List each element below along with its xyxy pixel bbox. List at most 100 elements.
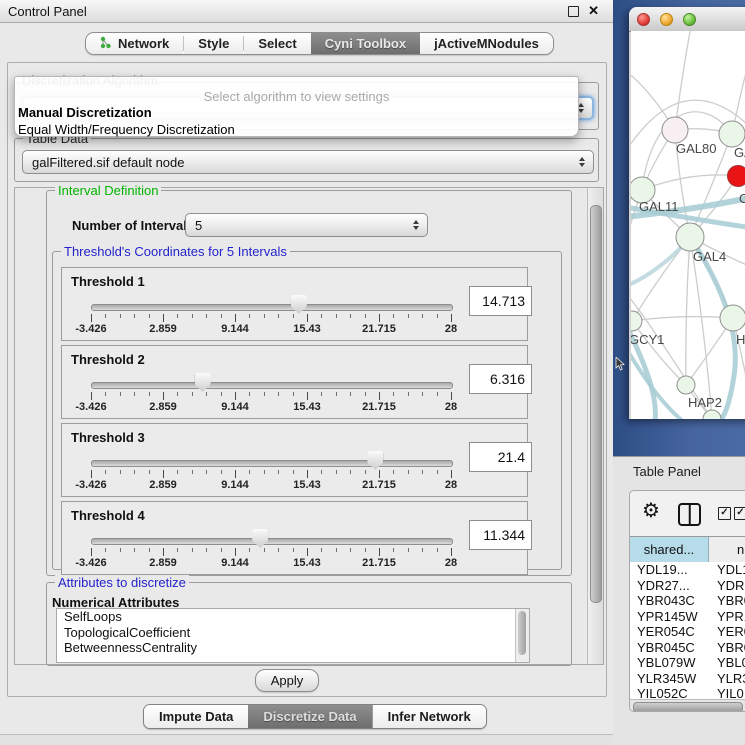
tick-label: 9.144	[221, 401, 249, 413]
tick-label: -3.426	[75, 557, 106, 569]
table-row[interactable]: YER054CYER0	[630, 624, 745, 640]
scrollbar-thumb[interactable]	[633, 702, 743, 712]
tick-label: 15.43	[293, 401, 321, 413]
tab-network[interactable]: Network	[86, 33, 183, 54]
threshold-value-field[interactable]: 14.713	[469, 286, 532, 316]
threshold-3-panel: Threshold 3 -3.4262.8599.14415.4321.7152…	[61, 423, 528, 497]
tick-label: 28	[445, 557, 457, 569]
tick-label: 21.715	[362, 557, 396, 569]
thresholds-group-title: Threshold's Coordinates for 5 Intervals	[61, 244, 290, 259]
node-label: GCY1	[631, 332, 664, 347]
table-row[interactable]: YLR345WYLR3	[630, 671, 745, 687]
zoom-traffic-light[interactable]	[683, 13, 696, 26]
threshold-value-field[interactable]: 21.4	[469, 442, 532, 472]
node-label: C	[739, 191, 745, 206]
menu-item-manual-discretization[interactable]: Manual Discretization	[15, 104, 578, 121]
table-row[interactable]: YBL079WYBL0	[630, 655, 745, 671]
table-row[interactable]: YBR043CYBR0	[630, 593, 745, 609]
float-window-icon[interactable]	[568, 6, 579, 17]
node-gcy1[interactable]	[631, 311, 642, 331]
screen: Control Panel ✕ Network Style Select Cyn…	[0, 0, 745, 745]
combo-arrows-icon	[579, 151, 585, 173]
tab-select[interactable]: Select	[244, 33, 310, 54]
table-panel-title: Table Panel	[633, 464, 701, 479]
table-row[interactable]: YDR27...YDR2	[630, 578, 745, 594]
tick-label: 21.715	[362, 479, 396, 491]
table-window: ⚙ ✓ ✓ shared... n YDL19...YDL1YDR27...YD…	[629, 490, 745, 712]
tab-impute-data[interactable]: Impute Data	[144, 705, 248, 728]
control-panel-tabs: Network Style Select Cyni Toolbox jActiv…	[85, 32, 554, 55]
scrollbar-thumb[interactable]	[518, 611, 526, 655]
number-of-intervals-combobox[interactable]: 5	[185, 213, 428, 237]
node-hap2[interactable]	[677, 376, 695, 394]
menu-item-equal-width-frequency[interactable]: Equal Width/Frequency Discretization	[15, 121, 578, 138]
checkbox-checked-icon-2[interactable]: ✓	[734, 507, 745, 520]
tick-label: 2.859	[149, 557, 177, 569]
table-row[interactable]: YPR145WYPR1	[630, 609, 745, 625]
tick-label: 28	[445, 401, 457, 413]
number-of-intervals-value: 5	[195, 218, 202, 233]
control-panel-titlebar: Control Panel ✕	[0, 0, 613, 23]
table-header-row: shared... n	[630, 536, 745, 563]
node-label: H	[736, 332, 745, 347]
tick-label: 21.715	[362, 401, 396, 413]
node-gal4[interactable]	[676, 223, 704, 251]
tick-label: 2.859	[149, 479, 177, 491]
tab-jactivemnodules[interactable]: jActiveMNodules	[420, 33, 553, 54]
column-header-name[interactable]: n	[709, 537, 745, 562]
apply-button[interactable]: Apply	[255, 669, 319, 692]
threshold-4-panel: Threshold 4 -3.4262.8599.14415.4321.7152…	[61, 501, 528, 575]
tab-style[interactable]: Style	[184, 33, 243, 54]
tab-infer-network[interactable]: Infer Network	[373, 705, 486, 728]
network-window-titlebar[interactable]	[629, 7, 745, 32]
node-green-tr[interactable]	[719, 121, 745, 147]
node-red[interactable]	[728, 166, 745, 187]
right-region: GAL80GACGAL11GAL4GCY1HHAP2 Table Panel ⚙…	[613, 0, 745, 745]
column-header-shared-name[interactable]: shared...	[630, 537, 709, 562]
mouse-cursor	[615, 357, 625, 376]
network-view-window[interactable]: GAL80GACGAL11GAL4GCY1HHAP2	[629, 7, 745, 419]
attributes-scrollbar[interactable]	[515, 609, 529, 662]
node-h[interactable]	[720, 305, 745, 331]
list-item[interactable]: BetweennessCentrality	[57, 640, 529, 656]
control-panel: Control Panel ✕ Network Style Select Cyn…	[0, 0, 614, 735]
list-item[interactable]: TopologicalCoefficient	[57, 625, 529, 641]
node-pink[interactable]	[662, 117, 688, 143]
network-desktop: GAL80GACGAL11GAL4GCY1HHAP2	[613, 0, 745, 456]
close-traffic-light[interactable]	[637, 13, 650, 26]
tick-label: 2.859	[149, 323, 177, 335]
columns-icon[interactable]	[678, 503, 701, 526]
algorithm-placeholder: Select algorithm to view settings	[15, 89, 578, 104]
horizontal-scrollbar[interactable]	[630, 699, 745, 712]
tab-cyni-toolbox[interactable]: Cyni Toolbox	[311, 33, 420, 54]
gear-icon[interactable]: ⚙	[642, 500, 660, 522]
table-panel: Table Panel ⚙ ✓ ✓ shared... n YDL19...YD…	[613, 456, 745, 745]
table-rows[interactable]: YDL19...YDL1YDR27...YDR2YBR043CYBR0YPR14…	[630, 562, 745, 699]
threshold-value-field[interactable]: 11.344	[469, 520, 532, 550]
close-icon[interactable]: ✕	[588, 6, 599, 16]
tick-label: 9.144	[221, 323, 249, 335]
tick-label: 21.715	[362, 323, 396, 335]
threshold-value-field[interactable]: 6.316	[469, 364, 532, 394]
control-panel-title: Control Panel	[0, 4, 87, 19]
interval-definition-title: Interval Definition	[55, 183, 161, 198]
tab-discretize-data[interactable]: Discretize Data	[248, 705, 371, 728]
numerical-attributes-list[interactable]: SelfLoopsTopologicalCoefficientBetweenne…	[56, 608, 530, 663]
tick-label: 2.859	[149, 401, 177, 413]
network-canvas[interactable]: GAL80GACGAL11GAL4GCY1HHAP2	[631, 31, 745, 419]
table-row[interactable]: YBR045CYBR0	[630, 640, 745, 656]
table-data-combobox[interactable]: galFiltered.sif default node	[22, 150, 594, 174]
slider-ticks: -3.4262.8599.14415.4321.71528	[62, 268, 527, 340]
tick-label: 28	[445, 479, 457, 491]
tick-label: 15.43	[293, 323, 321, 335]
table-row[interactable]: YIL052CYIL0	[630, 686, 745, 699]
table-row[interactable]: YDL19...YDL1	[630, 562, 745, 578]
node-label: GAL11	[639, 199, 679, 214]
vertical-scrollbar[interactable]	[587, 188, 603, 664]
checkbox-checked-icon-1[interactable]: ✓	[718, 507, 731, 520]
scrollbar-thumb[interactable]	[590, 205, 602, 603]
minimize-traffic-light[interactable]	[660, 13, 673, 26]
number-of-intervals-label: Number of Intervals	[72, 218, 194, 233]
list-item[interactable]: SelfLoops	[57, 609, 529, 625]
tick-label: -3.426	[75, 323, 106, 335]
